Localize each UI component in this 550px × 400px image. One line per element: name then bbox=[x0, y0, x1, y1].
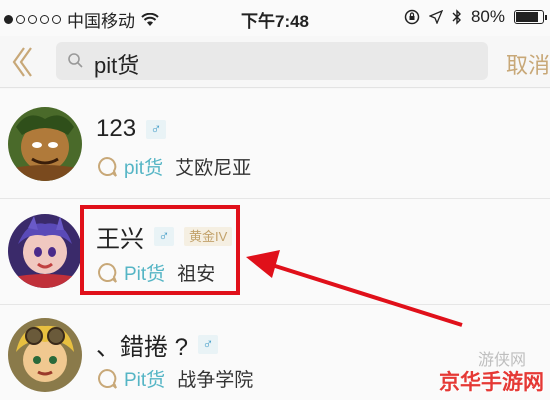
watermark: 京华手游网 bbox=[439, 371, 544, 394]
annotation-arrow bbox=[246, 250, 463, 327]
